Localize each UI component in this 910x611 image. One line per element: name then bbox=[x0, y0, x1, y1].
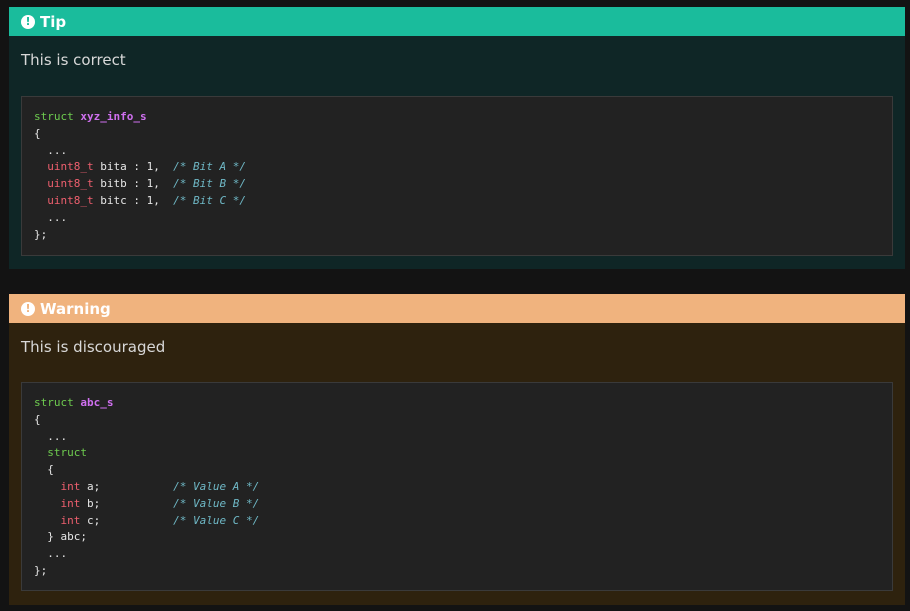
ellipsis: ... bbox=[47, 429, 68, 443]
code-line: ... bbox=[34, 210, 880, 227]
field-type: uint8_t bbox=[47, 160, 94, 174]
code-line: ... bbox=[34, 143, 880, 160]
code-line: struct xyz_info_s bbox=[34, 109, 880, 126]
inner-close: } abc; bbox=[47, 530, 87, 544]
field-decl: a; bbox=[80, 479, 174, 493]
field-comment: /* Bit A */ bbox=[173, 160, 246, 174]
code-line: uint8_t bita : 1, /* Bit A */ bbox=[34, 159, 880, 176]
code-line: int b; /* Value B */ bbox=[34, 496, 880, 513]
struct-name: xyz_info_s bbox=[80, 110, 147, 123]
exclamation-circle-icon: ! bbox=[21, 301, 35, 316]
code-line: }; bbox=[34, 227, 48, 241]
code-line: { bbox=[34, 462, 880, 479]
field-comment: /* Bit C */ bbox=[173, 193, 246, 207]
ellipsis: ... bbox=[47, 210, 68, 224]
exclamation-circle-icon: ! bbox=[21, 14, 35, 29]
code-line: { bbox=[34, 126, 41, 140]
code-line: struct abc_s bbox=[34, 395, 880, 412]
warning-body: This is discouraged bbox=[9, 323, 905, 357]
warning-admonition: ! Warning This is discouraged struct abc… bbox=[9, 294, 905, 605]
field-type: int bbox=[60, 479, 81, 493]
code-line: uint8_t bitb : 1, /* Bit B */ bbox=[34, 176, 880, 193]
field-comment: /* Bit B */ bbox=[173, 177, 246, 191]
field-decl: bitc : 1, bbox=[93, 193, 174, 207]
field-comment: /* Value C */ bbox=[173, 513, 260, 527]
warning-code-block: struct abc_s { ... struct { int a; /* Va… bbox=[21, 382, 893, 591]
ellipsis: ... bbox=[47, 143, 68, 157]
field-type: int bbox=[60, 513, 81, 527]
keyword-struct: struct bbox=[34, 110, 74, 123]
code-line: int c; /* Value C */ bbox=[34, 513, 880, 530]
field-decl: bita : 1, bbox=[93, 160, 174, 174]
warning-text: This is discouraged bbox=[21, 338, 166, 356]
field-comment: /* Value B */ bbox=[173, 496, 260, 510]
warning-title: Warning bbox=[40, 299, 111, 318]
struct-name: abc_s bbox=[80, 396, 114, 409]
tip-title-bar: ! Tip bbox=[9, 7, 905, 36]
keyword-struct: struct bbox=[47, 446, 87, 460]
keyword-struct: struct bbox=[34, 396, 74, 409]
code-line: }; bbox=[34, 563, 48, 577]
field-decl: c; bbox=[80, 513, 174, 527]
field-decl: b; bbox=[80, 496, 174, 510]
tip-admonition: ! Tip This is correct struct xyz_info_s … bbox=[9, 7, 905, 269]
code-line: struct bbox=[34, 445, 880, 462]
ellipsis: ... bbox=[47, 547, 68, 561]
field-comment: /* Value A */ bbox=[173, 479, 260, 493]
code-line: { bbox=[34, 412, 41, 426]
field-type: uint8_t bbox=[47, 177, 94, 191]
code-line: uint8_t bitc : 1, /* Bit C */ bbox=[34, 193, 880, 210]
code-line: ... bbox=[34, 429, 880, 446]
code-line: int a; /* Value A */ bbox=[34, 479, 880, 496]
field-decl: bitb : 1, bbox=[93, 177, 174, 191]
tip-text: This is correct bbox=[21, 51, 126, 69]
tip-body: This is correct bbox=[9, 36, 905, 70]
warning-title-bar: ! Warning bbox=[9, 294, 905, 323]
tip-title: Tip bbox=[40, 12, 67, 31]
field-type: uint8_t bbox=[47, 193, 94, 207]
field-type: int bbox=[60, 496, 81, 510]
tip-code-block: struct xyz_info_s { ... uint8_t bita : 1… bbox=[21, 96, 893, 256]
code-line: ... bbox=[34, 546, 880, 563]
inner-open-brace: { bbox=[47, 463, 54, 477]
code-line: } abc; bbox=[34, 529, 880, 546]
